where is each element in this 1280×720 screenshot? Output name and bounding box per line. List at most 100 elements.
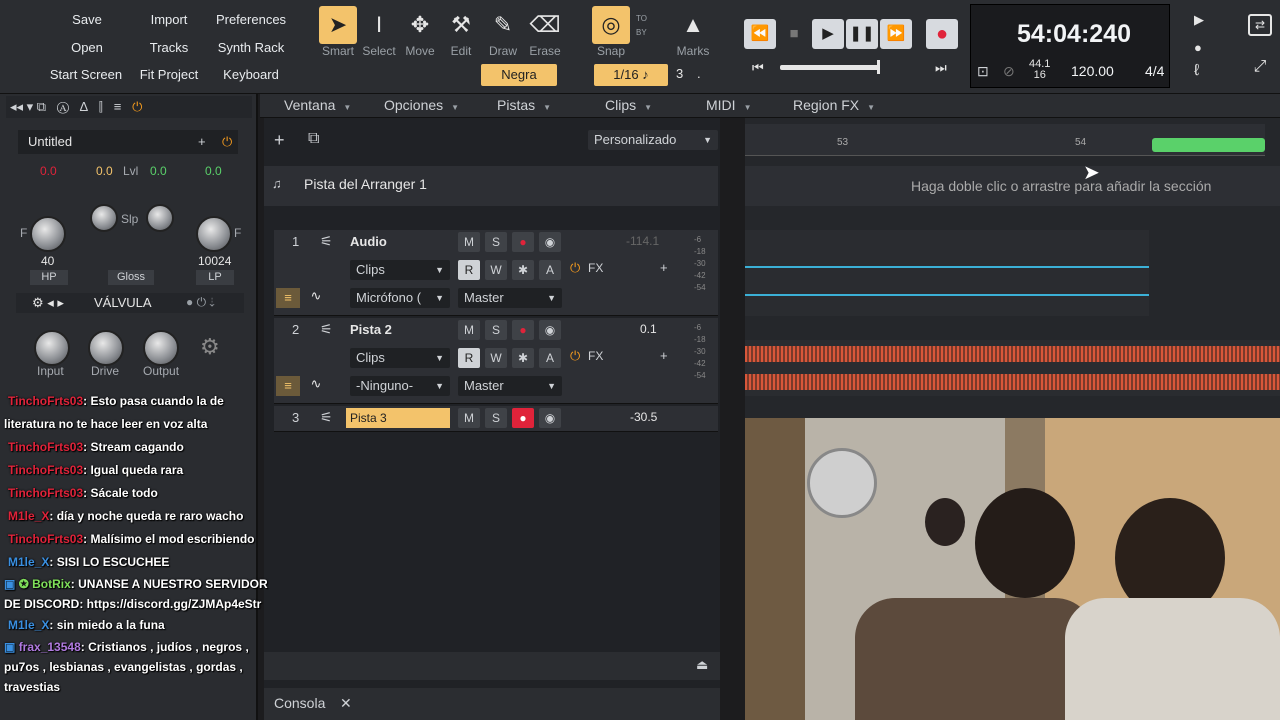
add-icon[interactable]: +: [198, 134, 206, 149]
arranger-track[interactable]: ♫ Pista del Arranger 1: [264, 166, 718, 206]
go-to-start-icon[interactable]: ⏮: [752, 60, 764, 76]
hp-knob[interactable]: [30, 216, 66, 252]
play-button[interactable]: ▶: [812, 19, 844, 49]
rewind-button[interactable]: ⏪: [744, 19, 776, 49]
move-tool[interactable]: ✥ Move: [401, 6, 439, 62]
volume-value[interactable]: 0.1: [640, 322, 657, 336]
fx-power-icon[interactable]: ⏻: [570, 260, 580, 276]
synth-rack-button[interactable]: Synth Rack: [212, 37, 290, 59]
arranger-lane[interactable]: Haga doble clic o arrastre para añadir l…: [745, 166, 1280, 206]
track-1[interactable]: 1 ⚟ Audio M S ● ◉ -114.1 Clips R W ✱ A ⏻…: [274, 230, 718, 316]
collapse-icon[interactable]: ⏏: [696, 657, 708, 673]
fx-header[interactable]: ⚙ ◂ ▸ VÁLVULA ● ⏻ ⇣: [16, 293, 244, 313]
lp-knob[interactable]: [196, 216, 232, 252]
import-button[interactable]: Import: [140, 9, 198, 31]
lp-button[interactable]: LP: [196, 270, 234, 285]
position-slider[interactable]: [780, 65, 880, 70]
write-button[interactable]: W: [485, 260, 507, 280]
read-button[interactable]: R: [458, 260, 480, 280]
fx-controls-icon[interactable]: ● ⏻ ⇣: [186, 295, 215, 310]
arm-button[interactable]: ●: [512, 320, 534, 340]
output-dropdown[interactable]: Master: [458, 376, 562, 396]
track-2[interactable]: 2 ⚟ Pista 2 M S ● ◉ 0.1 Clips R W ✱ A ⏻ …: [274, 318, 718, 404]
select-tool[interactable]: I Select: [360, 6, 398, 62]
envelope-icon[interactable]: ∿: [306, 288, 326, 308]
mute-button[interactable]: M: [458, 232, 480, 252]
record-mode-icon[interactable]: ●: [1194, 40, 1202, 55]
monitor-button[interactable]: ◉: [539, 408, 561, 428]
erase-tool[interactable]: ⌫ Erase: [526, 6, 564, 62]
fast-forward-button[interactable]: ⏩: [880, 19, 912, 49]
inspector-tabs[interactable]: ◂◂ ▾ ⧉ Ⓐ ∆ ⫿ ≡ ⏻: [6, 96, 252, 118]
play-next-icon[interactable]: ▶: [1194, 12, 1204, 28]
snowflake-icon[interactable]: ✱: [512, 260, 534, 280]
edit-tool[interactable]: ⚒ Edit: [442, 6, 480, 62]
monitor-button[interactable]: ◉: [539, 232, 561, 252]
loop-icon[interactable]: ⇄: [1248, 14, 1272, 36]
volume-value[interactable]: -114.1: [626, 234, 659, 248]
gloss-knob-right[interactable]: [146, 204, 174, 232]
track-name[interactable]: Pista 2: [350, 322, 450, 337]
position-slider-thumb[interactable]: [877, 60, 880, 74]
menu-ventana[interactable]: Ventana: [284, 97, 351, 113]
keyboard-button[interactable]: Keyboard: [216, 64, 286, 86]
record-button[interactable]: ●: [926, 19, 958, 49]
add-fx-icon[interactable]: +: [660, 260, 668, 275]
track-settings-icon[interactable]: ⚟: [320, 409, 333, 426]
input-dropdown[interactable]: -Ninguno-: [350, 376, 450, 396]
track-settings-icon[interactable]: ⚟: [320, 321, 333, 338]
close-icon[interactable]: ✕: [340, 695, 352, 712]
track-3[interactable]: 3 ⚟ Pista 3 M S ● ◉ -30.5: [274, 406, 718, 432]
console-tab[interactable]: Consola ✕: [264, 688, 720, 720]
start-screen-button[interactable]: Start Screen: [46, 64, 126, 86]
preset-dropdown[interactable]: Personalizado: [588, 130, 718, 150]
menu-region-fx[interactable]: Region FX: [793, 97, 875, 113]
settings-icon[interactable]: ⚙: [200, 334, 220, 360]
loop-region[interactable]: [1152, 138, 1265, 152]
solo-button[interactable]: S: [485, 320, 507, 340]
fullscreen-icon[interactable]: ⤢: [1248, 58, 1272, 80]
pause-button[interactable]: ❚❚: [846, 19, 878, 49]
menu-midi[interactable]: MIDI: [706, 97, 751, 113]
track-lanes-icon[interactable]: ≡: [276, 288, 300, 308]
stop-button[interactable]: ■: [778, 19, 810, 49]
marks-button[interactable]: ▲ Marks: [674, 6, 712, 62]
snap-resolution[interactable]: 1/16 ♪: [594, 64, 668, 86]
track-name[interactable]: Audio: [350, 234, 450, 249]
click-icon[interactable]: ⊘: [1003, 63, 1015, 80]
open-button[interactable]: Open: [60, 37, 114, 59]
clips-dropdown[interactable]: Clips: [350, 260, 450, 280]
smart-tool[interactable]: ➤ Smart: [319, 6, 357, 62]
track-name[interactable]: Pista 3: [346, 408, 450, 428]
input-knob[interactable]: [34, 330, 70, 366]
add-track-icon[interactable]: +: [274, 130, 285, 151]
meter-display[interactable]: 4/4: [1145, 63, 1164, 79]
mute-button[interactable]: M: [458, 408, 480, 428]
menu-pistas[interactable]: Pistas: [497, 97, 551, 113]
gloss-knob-left[interactable]: [90, 204, 118, 232]
add-fx-icon[interactable]: +: [660, 348, 668, 363]
tuner-icon[interactable]: ℓ: [1194, 62, 1199, 80]
arm-button[interactable]: ●: [512, 408, 534, 428]
output-knob[interactable]: [143, 330, 179, 366]
tracks-button[interactable]: Tracks: [140, 37, 198, 59]
preferences-button[interactable]: Preferences: [212, 9, 290, 31]
gloss-button[interactable]: Gloss: [108, 270, 154, 285]
fx-power-icon[interactable]: ⏻: [570, 348, 580, 364]
audio-clip-1[interactable]: [745, 230, 1149, 316]
snap-button[interactable]: ◎ Snap: [592, 6, 630, 62]
envelope-icon[interactable]: ∿: [306, 376, 326, 396]
menu-clips[interactable]: Clips: [605, 97, 652, 113]
color-selector[interactable]: Negra: [481, 64, 557, 86]
arm-button[interactable]: ●: [512, 232, 534, 252]
ruler[interactable]: 53 54: [745, 124, 1265, 156]
menu-opciones[interactable]: Opciones: [384, 97, 459, 113]
transport-clock[interactable]: 54:04:240 ⊡ ⊘ 44.1 16 120.00 4/4: [970, 4, 1170, 88]
metronome-icon[interactable]: ⊡: [977, 63, 989, 80]
output-dropdown[interactable]: Master: [458, 288, 562, 308]
solo-button[interactable]: S: [485, 232, 507, 252]
audio-clip-2[interactable]: [745, 340, 1280, 396]
read-button[interactable]: R: [458, 348, 480, 368]
save-button[interactable]: Save: [60, 9, 114, 31]
automation-button[interactable]: A: [539, 348, 561, 368]
